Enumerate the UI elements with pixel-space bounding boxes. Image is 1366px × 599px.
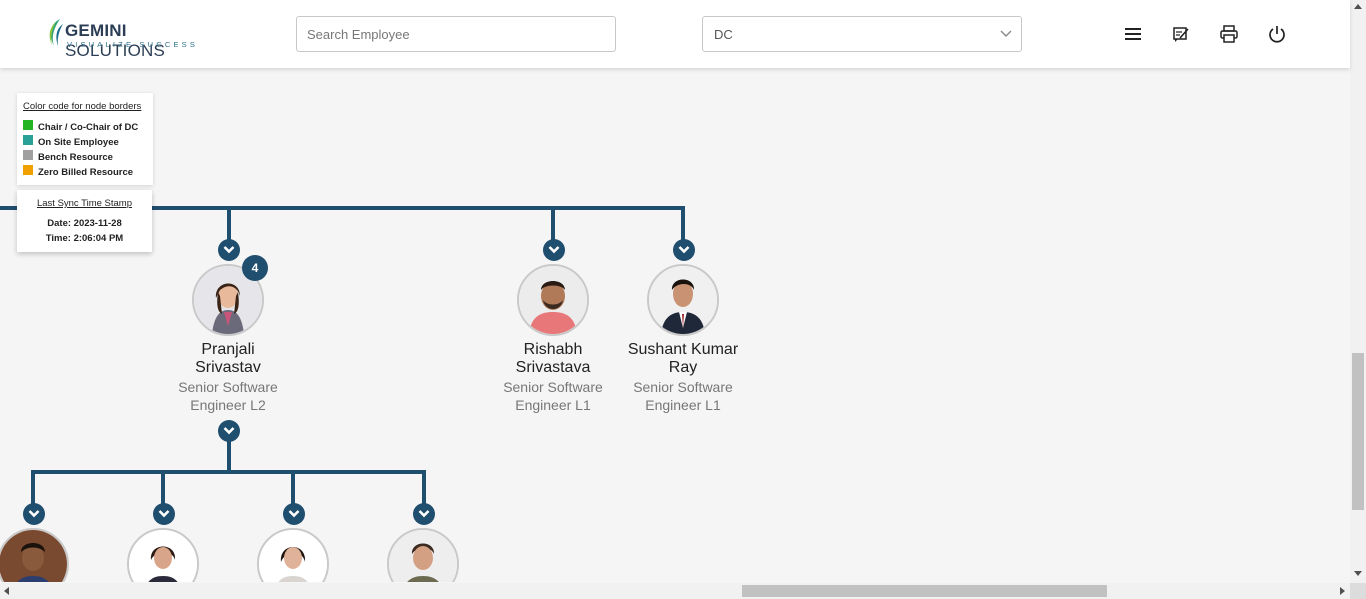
person-photo [129,530,197,582]
legend-swatch [23,150,33,160]
chevron-down-icon [418,510,430,518]
horizontal-scroll-thumb[interactable] [742,585,1107,597]
employee-role: Senior Software Engineer L1 [633,379,733,413]
vertical-scroll-thumb[interactable] [1352,353,1364,510]
person-photo [649,266,717,334]
expand-toggle[interactable] [543,239,565,261]
company-logo[interactable]: GEMINI SOLUTIONS VISUALIZE SUCCESS [46,16,216,60]
expand-toggle[interactable] [218,239,240,261]
last-sync-timestamp: Last Sync Time Stamp Date: 2023-11-28 Ti… [17,190,152,252]
sync-date: Date: 2023-11-28 [47,218,122,229]
connector-line [422,472,426,506]
horizontal-scrollbar[interactable] [0,583,1350,599]
department-select[interactable]: DC [702,16,1022,52]
chevron-down-icon [548,246,560,254]
chevron-down-icon [223,246,235,254]
employee-avatar[interactable] [387,528,459,582]
employee-avatar[interactable] [127,528,199,582]
expand-toggle[interactable] [153,503,175,525]
employee-name[interactable]: Sushant Kumar Ray [618,341,748,377]
expand-toggle[interactable] [673,239,695,261]
employee-avatar[interactable] [257,528,329,582]
scroll-right-arrow-icon[interactable] [1340,587,1345,595]
employee-avatar[interactable] [0,528,69,582]
power-icon[interactable] [1267,24,1287,44]
org-chart-canvas[interactable]: 4 Pranjali Srivastav Senior Software Engin… [0,68,1350,582]
legend-title: Color code for node borders [23,101,142,112]
employee-avatar[interactable] [517,264,589,336]
chevron-down-icon [288,510,300,518]
top-header: GEMINI SOLUTIONS VISUALIZE SUCCESS DC [0,0,1350,68]
employee-name[interactable]: Pranjali Srivastav [163,341,293,377]
sync-title: Last Sync Time Stamp [36,198,133,209]
chevron-down-icon [678,246,690,254]
legend-swatch [23,135,33,145]
expand-toggle[interactable] [413,503,435,525]
border-color-legend: Color code for node borders Chair / Co-C… [17,93,153,185]
legend-swatch [23,120,33,130]
employee-name[interactable]: Rishabh Srivastava [488,341,618,377]
direct-reports-badge: 4 [242,255,268,281]
person-photo [519,266,587,334]
scrollbar-corner [1350,583,1366,599]
employee-role: Senior Software Engineer L1 [503,379,603,413]
logo-tagline: VISUALIZE SUCCESS [67,40,199,49]
connector-line [31,472,35,506]
chevron-down-icon [158,510,170,518]
chevron-down-icon [28,510,40,518]
search-employee-input[interactable] [296,16,616,52]
chevron-down-icon [1000,30,1012,37]
person-photo [0,530,67,582]
vertical-scrollbar[interactable] [1350,0,1366,583]
chevron-down-icon [223,427,235,435]
sync-time: Time: 2:06:04 PM [45,233,124,244]
expand-toggle[interactable] [23,503,45,525]
expand-toggle[interactable] [283,503,305,525]
print-icon[interactable] [1219,24,1239,44]
scroll-down-arrow-icon[interactable] [1354,571,1362,576]
expand-toggle[interactable] [218,420,240,442]
employee-role: Senior Software Engineer L2 [178,379,278,413]
connector-line [291,472,295,506]
connector-line [161,472,165,506]
person-photo [389,530,457,582]
legend-swatch [23,165,33,175]
leaf-logo-icon [49,19,63,46]
edit-note-icon[interactable] [1171,24,1191,44]
department-select-value: DC [714,27,733,42]
scroll-up-arrow-icon[interactable] [1354,4,1362,9]
menu-icon[interactable] [1123,24,1143,44]
scroll-left-arrow-icon[interactable] [4,587,9,595]
connector-line [227,440,231,472]
connector-line [31,470,426,474]
employee-avatar[interactable] [647,264,719,336]
person-photo [259,530,327,582]
